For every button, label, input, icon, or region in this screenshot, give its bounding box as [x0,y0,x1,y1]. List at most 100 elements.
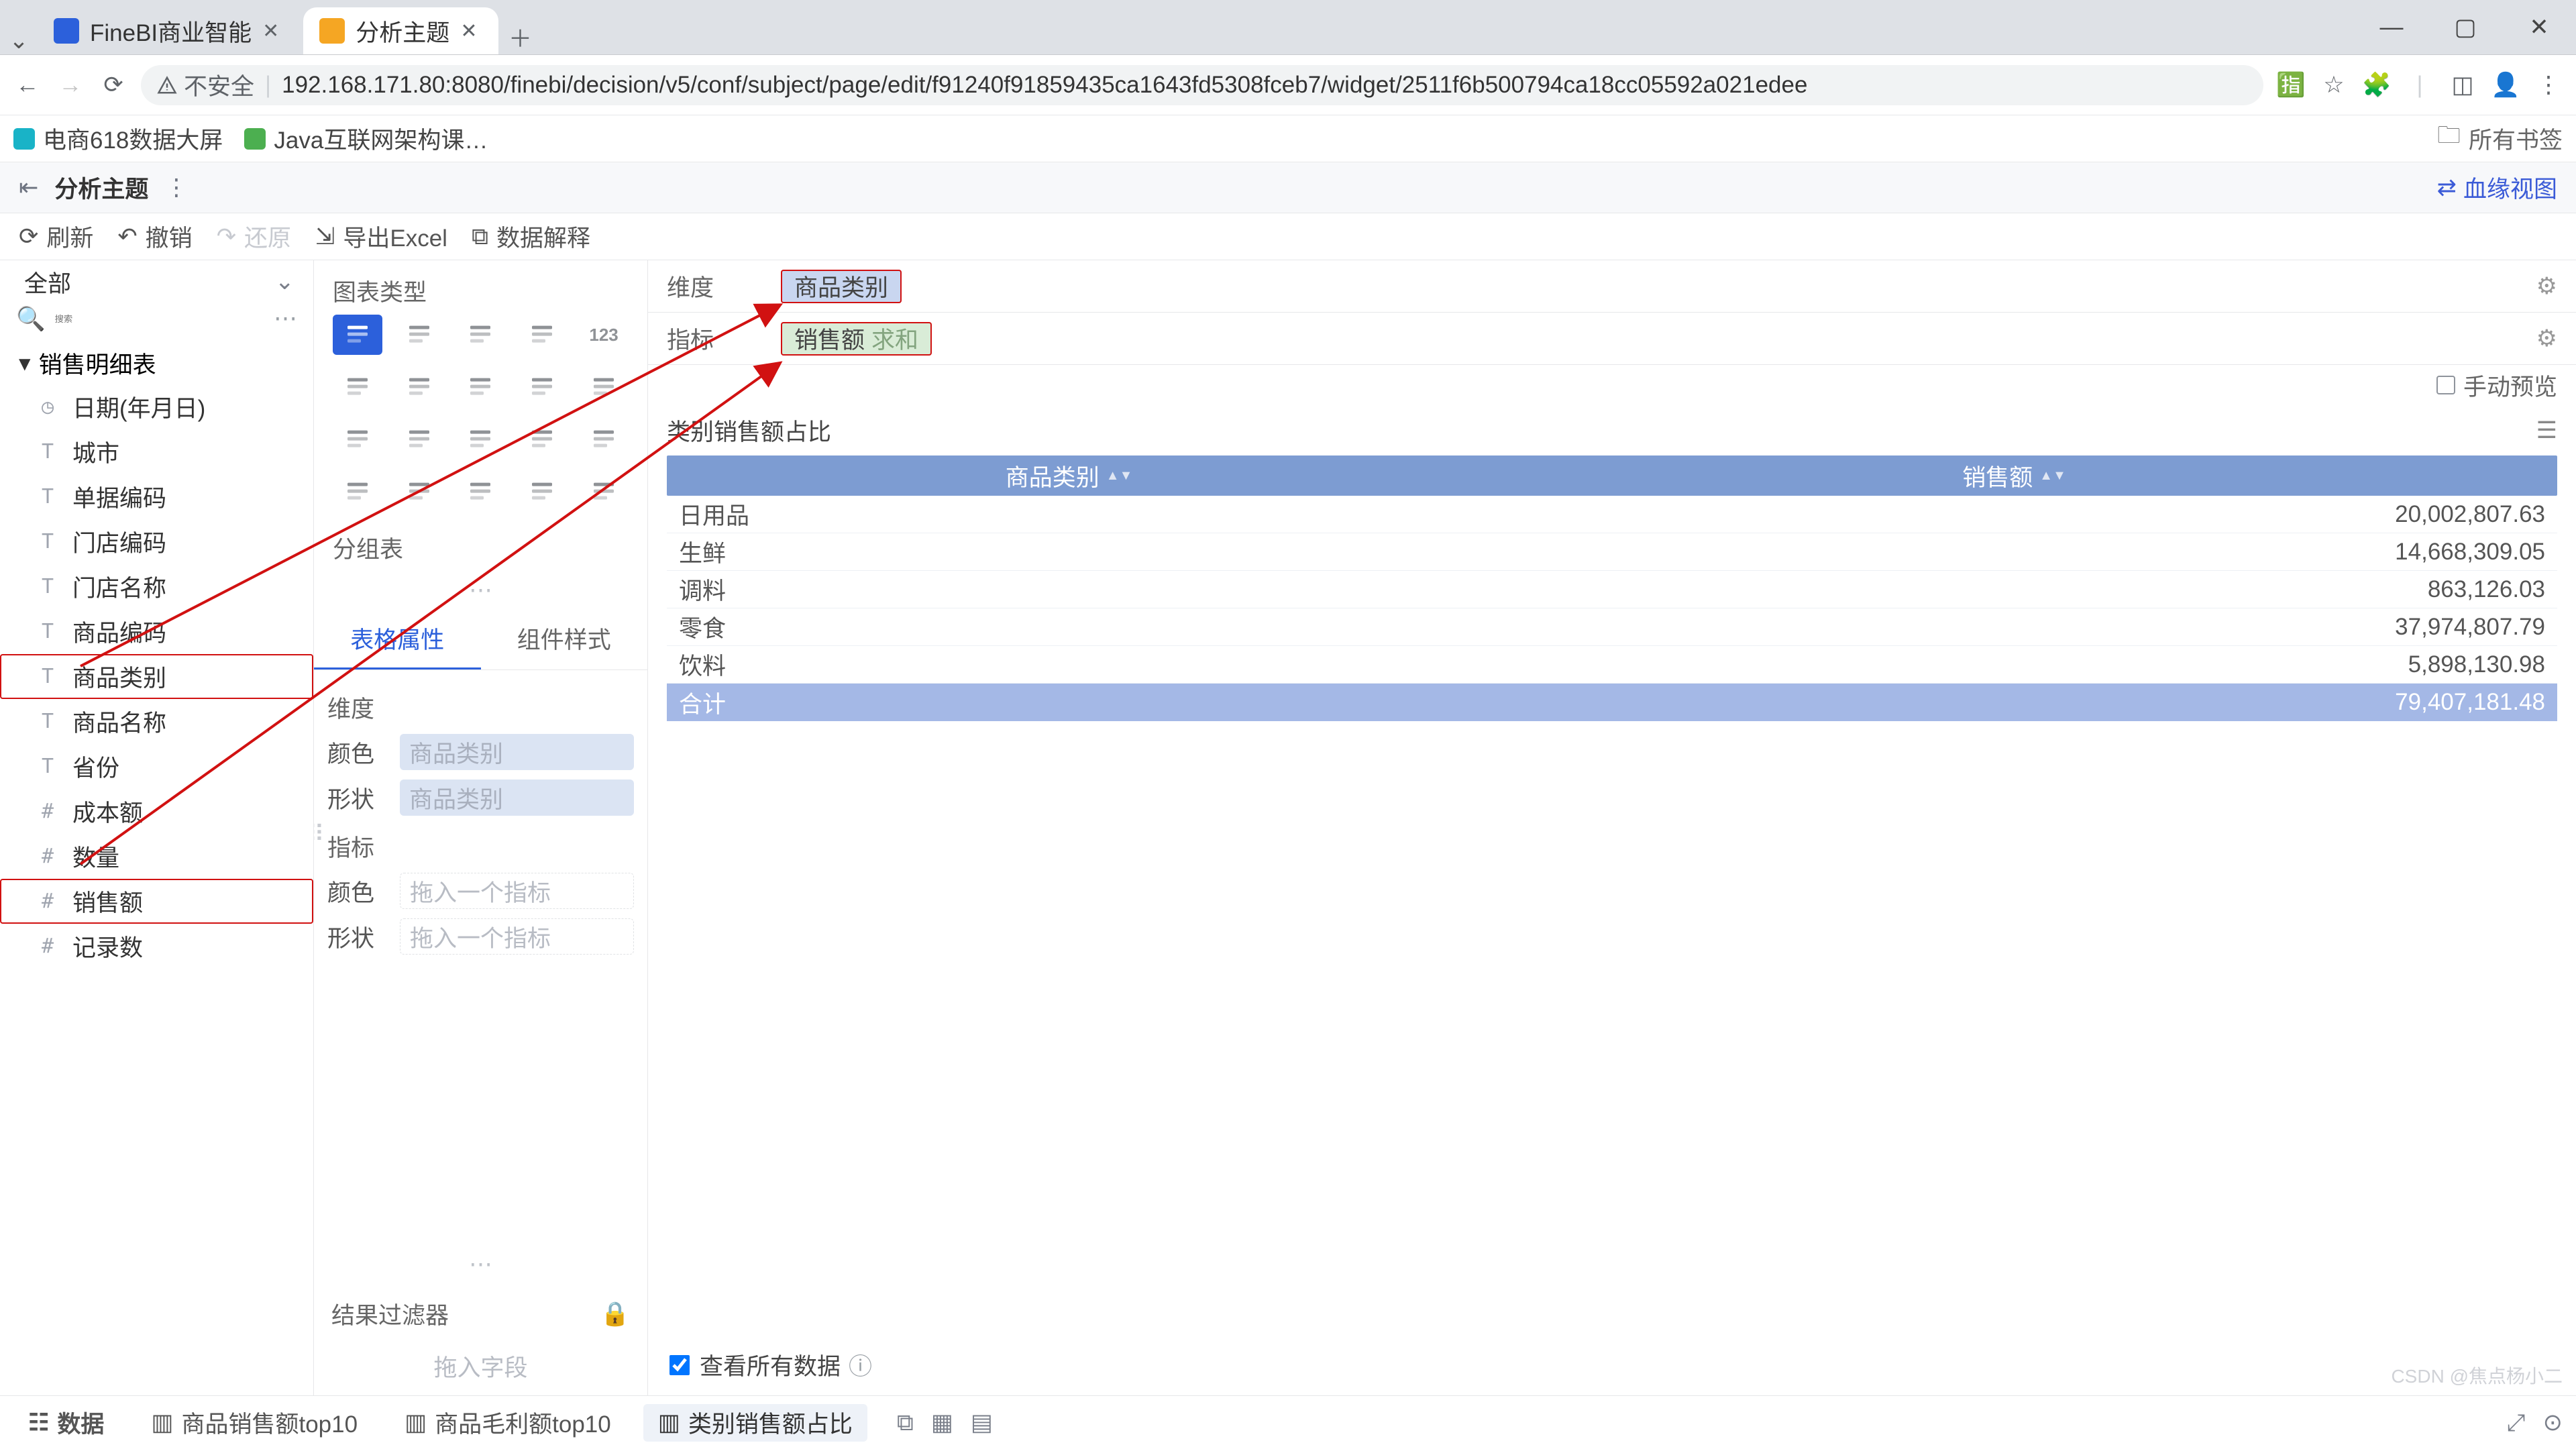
chart-type-dtable[interactable] [394,315,444,355]
info-icon[interactable]: ⓘ [849,1348,872,1382]
lineage-view-button[interactable]: ⇄ 血缘视图 [2437,170,2557,205]
all-bookmarks[interactable]: 🗀 所有书签 [2437,119,2563,158]
field-item[interactable]: T省份 [0,744,313,789]
table-row[interactable]: 调料863,126.03 [667,571,2557,608]
field-item[interactable]: ◷日期(年月日) [0,384,313,429]
gear-icon[interactable]: ⚙ [2536,325,2557,352]
chart-type-kpi[interactable] [517,315,567,355]
field-item[interactable]: T单据编码 [0,474,313,519]
redo-button[interactable]: ↷还原 [217,219,291,254]
view-all-data[interactable]: 查看所有数据 ⓘ [648,1334,2576,1395]
drag-handle-icon[interactable]: ⋯ [314,572,647,609]
metric-pill[interactable]: 销售额 求和 [781,322,932,356]
view-all-checkbox[interactable] [669,1355,690,1375]
kebab-icon[interactable]: ⋮ [164,174,188,201]
pane-drag-handle-icon[interactable]: ⠿ [314,821,325,848]
field-item[interactable]: T门店编码 [0,519,313,564]
data-explain-button[interactable]: ⧉数据解释 [472,219,590,254]
chart-type-area2[interactable] [394,419,444,460]
sort-icon[interactable]: ▲▼ [2039,472,2066,479]
expand-icon[interactable]: ⤢ [2507,1409,2526,1436]
field-item[interactable]: T商品编码 [0,609,313,654]
field-item[interactable]: T商品名称 [0,699,313,744]
chart-type-pivot[interactable] [456,315,506,355]
table-row[interactable]: 零食37,974,807.79 [667,608,2557,646]
minimize-icon[interactable]: — [2355,1,2428,54]
gear-icon[interactable]: ⚙ [2536,273,2557,300]
sort-icon[interactable]: ▲▼ [1106,472,1133,479]
chart-type-line[interactable] [456,419,506,460]
chart-type-col[interactable] [456,367,506,407]
chart-type-table[interactable] [333,315,382,355]
lock-icon[interactable]: 🔒 [600,1300,630,1328]
chart-type-mix[interactable] [579,367,629,407]
profile-icon[interactable]: 👤 [2490,70,2521,101]
chart-type-scat2[interactable] [579,472,629,512]
dataset-header[interactable]: ▾ 销售明细表 [0,342,313,384]
chart-type-scol[interactable] [517,367,567,407]
sidepanel-icon[interactable]: ◫ [2447,70,2478,101]
browser-tab[interactable]: FineBI商业智能 ✕ [38,7,301,54]
dimension-pill[interactable]: 商品类别 [781,270,902,303]
close-icon[interactable]: ✕ [262,19,279,43]
bottom-tab[interactable]: ▥商品毛利额top10 [390,1404,626,1442]
translate-icon[interactable]: 🈯 [2275,70,2306,101]
dim-color-slot[interactable]: 商品类别 [400,734,634,770]
drag-handle-icon[interactable]: ⋯ [314,1246,647,1283]
table-row[interactable]: 日用品20,002,807.63 [667,496,2557,533]
metric-color-slot[interactable]: 拖入一个指标 [400,873,634,909]
bookmark-item[interactable]: 电商618数据大屏 [13,121,223,156]
tab-table-attr[interactable]: 表格属性 [314,609,481,669]
chart-type-gauge[interactable] [579,419,629,460]
field-item[interactable]: T商品类别 [0,654,313,699]
widget-title[interactable]: 类别销售额占比 [667,413,831,447]
url-input[interactable]: 不安全 | 192.168.171.80:8080/finebi/decisio… [141,65,2263,105]
metric-shape-slot[interactable]: 拖入一个指标 [400,918,634,955]
more-options-icon[interactable]: ⋯ [274,305,297,332]
nav-back-icon[interactable]: ← [12,70,43,101]
back-to-list-icon[interactable]: ⇤ [19,174,38,201]
result-filter-drop[interactable]: 拖入字段 [314,1336,647,1395]
column-header[interactable]: 商品类别▲▼ [667,455,1471,496]
dataset-selector[interactable]: 全部 ⌄ [0,260,313,303]
bookmark-item[interactable]: Java互联网架构课… [244,121,488,156]
table-row[interactable]: 饮料5,898,130.98 [667,646,2557,684]
field-item[interactable]: T门店名称 [0,564,313,609]
undo-button[interactable]: ↶撤销 [117,219,192,254]
chart-type-scatter[interactable] [517,472,567,512]
refresh-button[interactable]: ⟳刷新 [19,219,93,254]
search-input[interactable] [54,303,266,334]
window-close-icon[interactable]: ✕ [2502,1,2576,54]
chart-type-rose[interactable] [456,472,506,512]
chart-type-bar[interactable] [333,367,382,407]
new-tab-button[interactable]: ＋ [501,20,539,54]
bottom-tab-data[interactable]: ☷数据 [13,1404,119,1442]
reload-icon[interactable]: ⟳ [98,70,129,101]
bottom-tab[interactable]: ▥类别销售额占比 [643,1404,867,1442]
dim-shape-slot[interactable]: 商品类别 [400,780,634,816]
field-item[interactable]: #数量 [0,834,313,879]
export-excel-button[interactable]: ⇲导出Excel [315,219,447,254]
add-widget-icon[interactable]: ⧉ [897,1409,914,1436]
tabs-dropdown-icon[interactable]: ⌄ [0,28,38,54]
maximize-icon[interactable]: ▢ [2428,1,2502,54]
chart-type-pie[interactable] [333,472,382,512]
field-item[interactable]: T城市 [0,429,313,474]
nav-forward-icon[interactable]: → [55,70,86,101]
tab-component-style[interactable]: 组件样式 [481,609,648,669]
bookmark-star-icon[interactable]: ☆ [2318,70,2349,101]
manual-preview-toggle[interactable]: 手动预览 [648,365,2576,405]
field-item[interactable]: #销售额 [0,879,313,924]
column-settings-icon[interactable]: ☰ [2536,417,2557,444]
chart-type-num[interactable]: 123 [579,315,629,355]
chart-type-area3[interactable] [517,419,567,460]
chart-type-bar2[interactable] [394,367,444,407]
browser-tab[interactable]: 分析主题 ✕ [303,7,498,54]
field-item[interactable]: #记录数 [0,924,313,969]
chart-type-donut[interactable] [394,472,444,512]
checkbox-icon[interactable] [2436,376,2455,394]
kebab-menu-icon[interactable]: ⋮ [2533,70,2564,101]
close-icon[interactable]: ✕ [460,19,477,43]
insecure-badge[interactable]: 不安全 [157,68,254,102]
bottom-tab[interactable]: ▥商品销售额top10 [136,1404,372,1442]
